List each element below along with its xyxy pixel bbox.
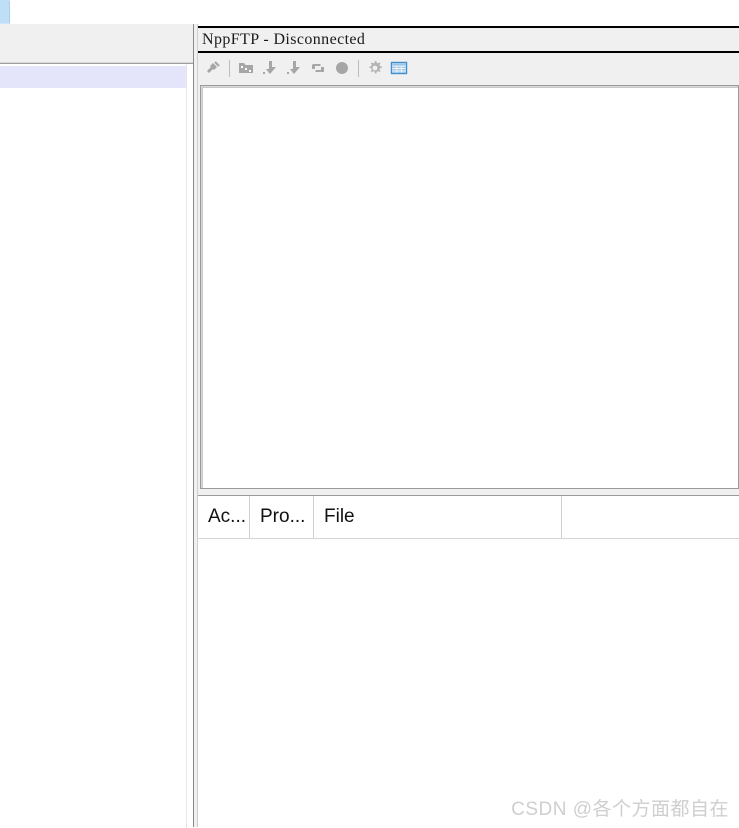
editor-tab-active[interactable] (0, 0, 10, 24)
transfer-queue: Ac... Pro... File (198, 495, 739, 827)
toolbar-separator-1 (229, 59, 230, 77)
panel-top-gap (198, 0, 739, 26)
editor-tab-bar (0, 0, 193, 24)
upload-icon[interactable] (282, 56, 306, 80)
csdn-watermark: CSDN @各个方面都自在 (511, 799, 729, 820)
open-dir-icon[interactable] (234, 56, 258, 80)
remote-file-list-content[interactable] (202, 87, 738, 488)
editor-area (0, 0, 193, 828)
queue-column-headers: Ac... Pro... File (198, 495, 739, 539)
remote-file-list[interactable] (200, 85, 739, 489)
editor-current-line-highlight (0, 66, 186, 88)
editor-vertical-scrollbar[interactable] (186, 64, 193, 828)
nppftp-panel: NppFTP - Disconnected Ac... Pro... File … (198, 0, 739, 827)
refresh-icon[interactable] (306, 56, 330, 80)
connect-icon[interactable] (201, 56, 225, 80)
queue-column-header-action[interactable]: Ac... (198, 495, 250, 539)
queue-column-header-extra[interactable] (562, 496, 739, 539)
toolbar-separator-2 (358, 59, 359, 77)
editor-text-area[interactable] (0, 63, 193, 828)
abort-icon[interactable] (330, 56, 354, 80)
queue-column-header-progress[interactable]: Pro... (250, 495, 314, 539)
nppftp-title-label: NppFTP - Disconnected (202, 30, 366, 48)
nppftp-toolbar (198, 53, 739, 83)
messages-grid-icon[interactable] (387, 56, 411, 80)
editor-toolbar[interactable] (0, 24, 193, 63)
queue-column-header-file[interactable]: File (314, 495, 562, 539)
settings-gear-icon[interactable] (363, 56, 387, 80)
nppftp-title-bar: NppFTP - Disconnected (198, 26, 739, 53)
queue-rows[interactable] (198, 539, 739, 827)
download-icon[interactable] (258, 56, 282, 80)
